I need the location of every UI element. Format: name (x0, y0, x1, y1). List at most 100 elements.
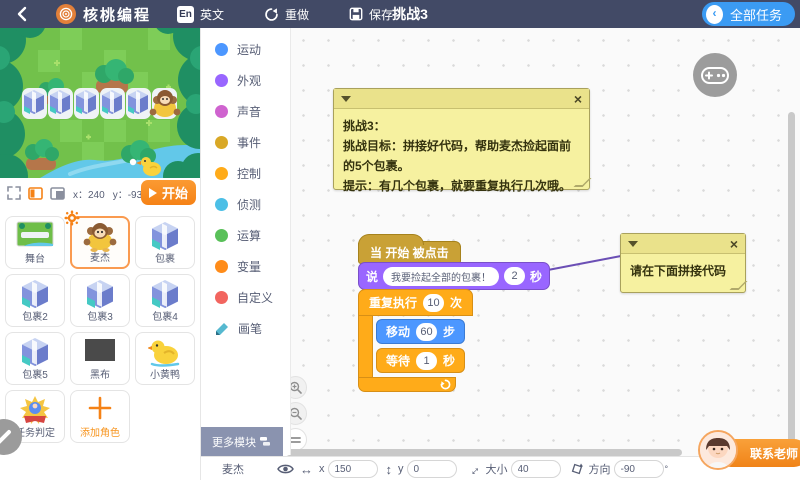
stage-x-coordinate: x：240 (73, 186, 105, 201)
category-looks[interactable]: 外观 (200, 65, 290, 96)
when-start-clicked-block[interactable]: 当 开始 被点击 (358, 241, 461, 264)
repeat-times-input[interactable]: 10 (423, 294, 444, 312)
sprite-tile-package[interactable]: 包裹 (135, 216, 195, 269)
operators-dot-icon (215, 229, 228, 242)
visibility-eye-icon[interactable] (277, 463, 294, 475)
category-operators[interactable]: 运算 (200, 220, 290, 251)
all-tasks-button[interactable]: ‹ 全部任务 (702, 2, 795, 26)
wait-label: 等待 (386, 352, 410, 369)
sprite-tile-duck[interactable]: 小黄鸭 (135, 332, 195, 385)
sprite-tile-blackcloth[interactable]: 黑布 (70, 332, 130, 385)
task-note: × 挑战3： 挑战目标：拼接好代码，帮助麦杰捡起面前的5个包裹。 提示：有几个包… (333, 88, 590, 190)
language-toggle-button[interactable]: En 英文 (177, 6, 224, 23)
task-note-header[interactable]: × (334, 89, 589, 109)
sprite-label: 黑布 (90, 366, 110, 381)
task-note-body: 挑战3： 挑战目标：拼接好代码，帮助麦杰捡起面前的5个包裹。 提示：有几个包裹，… (334, 109, 589, 203)
more-blocks-button[interactable]: 更多模块 (200, 427, 283, 456)
x-position-input[interactable] (328, 460, 378, 478)
hint-note-line: 请在下面拼接代码 (630, 261, 736, 281)
package-thumbnail (136, 279, 194, 309)
contact-teacher-label: 联系老师 (750, 445, 798, 462)
looks-dot-icon (215, 74, 228, 87)
topbar: 核桃编程 En 英文 重做 保存 挑战3 ‹ 全部任务 (0, 0, 800, 28)
say-seconds-input[interactable]: 2 (504, 267, 525, 285)
wait-seconds-input[interactable]: 1 (416, 352, 437, 370)
large-stage-toggle-icon[interactable] (50, 187, 65, 200)
task-note-line: 挑战目标：拼接好代码，帮助麦杰捡起面前的5个包裹。 (343, 136, 580, 176)
selected-sprite-name: 麦杰 (222, 461, 274, 477)
category-label: 运算 (237, 227, 261, 244)
stage-y-coordinate: y：-93 (113, 186, 142, 201)
sprite-tile-package5[interactable]: 包裹5 (5, 332, 65, 385)
say-text-input[interactable]: 我要捡起全部的包裹！ (383, 267, 499, 286)
x-position-icon: ↔ (300, 462, 313, 477)
save-label: 保存 (369, 6, 393, 23)
hint-note: × 请在下面拼接代码 (620, 233, 746, 293)
sprite-list: 舞台 (5, 216, 195, 443)
back-button[interactable] (14, 6, 30, 22)
size-input[interactable] (511, 460, 561, 478)
say-suffix: 秒 (530, 268, 542, 285)
wait-block[interactable]: 等待 1 秒 (376, 348, 465, 373)
sprite-tile-maijie-selected[interactable]: 麦杰 (70, 216, 130, 269)
collapse-caret-icon[interactable] (628, 241, 638, 247)
sprite-tile-stage[interactable]: 舞台 (5, 216, 65, 269)
direction-input[interactable] (614, 460, 664, 478)
repeat-block-spine (358, 316, 373, 377)
category-label: 控制 (237, 165, 261, 182)
controller-button[interactable] (693, 53, 737, 97)
redo-button[interactable]: 重做 (264, 6, 309, 23)
category-sensing[interactable]: 侦测 (200, 189, 290, 220)
category-variables[interactable]: 变量 (200, 251, 290, 282)
vertical-scrollbar[interactable] (788, 112, 795, 450)
category-label: 自定义 (237, 289, 273, 306)
sprite-label: 包裹 (155, 250, 175, 265)
category-custom[interactable]: 自定义 (200, 282, 290, 313)
collapse-caret-icon[interactable] (341, 96, 351, 102)
fullscreen-button[interactable] (7, 186, 21, 200)
hint-note-header[interactable]: × (621, 234, 745, 254)
start-button[interactable]: 开始 (141, 180, 196, 205)
say-block[interactable]: 说 我要捡起全部的包裹！ 2 秒 (358, 262, 550, 290)
all-tasks-chevron-icon: ‹ (706, 5, 723, 24)
redo-label: 重做 (285, 6, 309, 23)
direction-icon (571, 463, 583, 475)
repeat-block[interactable]: 重复执行 10 次 移动 60 步 等待 1 秒 (358, 289, 473, 392)
category-pen[interactable]: 画笔 (200, 313, 290, 344)
category-events[interactable]: 事件 (200, 127, 290, 158)
move-steps-input[interactable]: 60 (416, 323, 437, 341)
move-block[interactable]: 移动 60 步 (376, 319, 465, 344)
teacher-avatar[interactable] (698, 430, 738, 470)
events-dot-icon (215, 136, 228, 149)
task-note-line: 挑战3： (343, 116, 580, 136)
sprite-tile-package2[interactable]: 包裹2 (5, 274, 65, 327)
stage-preview[interactable] (0, 28, 200, 178)
sprite-tile-package3[interactable]: 包裹3 (70, 274, 130, 327)
blackcloth-thumbnail (71, 337, 129, 363)
close-icon[interactable]: × (730, 237, 738, 251)
sound-dot-icon (215, 105, 228, 118)
sprite-label: 包裹4 (152, 308, 178, 323)
save-button[interactable]: 保存 (349, 6, 393, 23)
package-thumbnail (71, 279, 129, 309)
pen-icon (215, 322, 229, 336)
horizontal-scrollbar[interactable] (286, 449, 682, 456)
start-label: 开始 (162, 183, 188, 202)
small-stage-toggle-icon[interactable] (28, 187, 43, 200)
y-position-input[interactable] (407, 460, 457, 478)
category-motion[interactable]: 运动 (200, 34, 290, 65)
sprite-label: 包裹3 (87, 308, 113, 323)
sprite-tile-package4[interactable]: 包裹4 (135, 274, 195, 327)
category-control[interactable]: 控制 (200, 158, 290, 189)
repeat-block-header[interactable]: 重复执行 10 次 (358, 289, 473, 316)
category-label: 变量 (237, 258, 261, 275)
control-dot-icon (215, 167, 228, 180)
add-sprite-button[interactable]: 添加角色 (70, 390, 130, 443)
close-icon[interactable]: × (574, 92, 582, 106)
en-badge-icon: En (177, 6, 194, 23)
category-sound[interactable]: 声音 (200, 96, 290, 127)
task-check-thumbnail (6, 395, 64, 425)
repeat-block-footer[interactable] (358, 377, 456, 392)
stage-thumbnail (6, 221, 64, 247)
block-category-panel: 运动 外观 声音 事件 控制 侦测 (200, 28, 291, 455)
